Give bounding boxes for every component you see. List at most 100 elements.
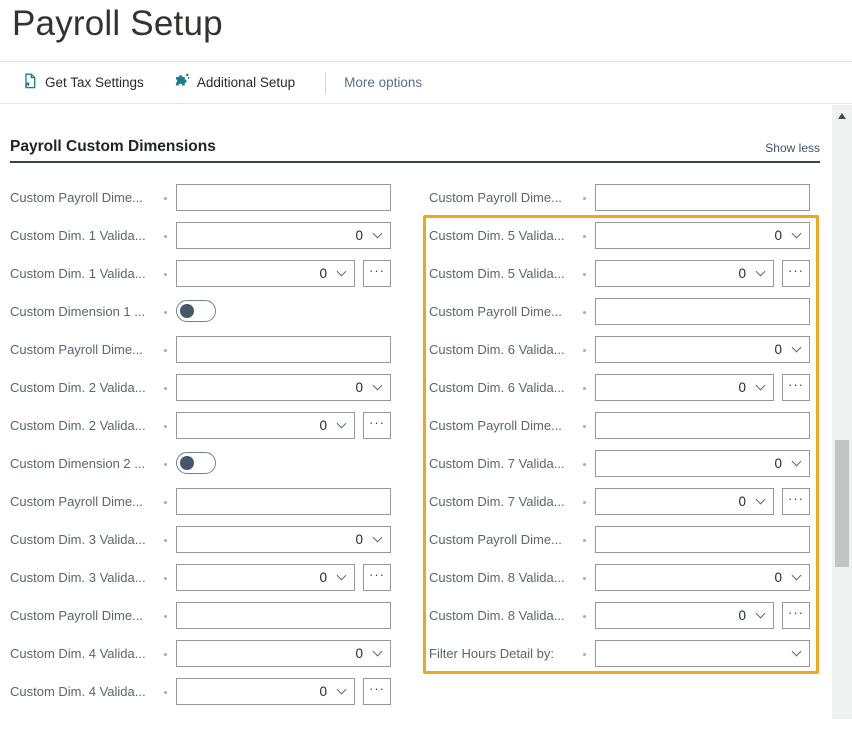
form-field-row: Custom Dim. 7 Valida... 0 ···: [429, 482, 813, 520]
field-control: [176, 300, 391, 322]
form-field-row: Custom Dimension 2 ...: [10, 444, 394, 482]
field-control: 0: [176, 526, 391, 553]
puzzle-icon: [174, 73, 190, 92]
form-field-row: Custom Dim. 4 Valida...0···: [10, 672, 394, 710]
field-control: 0 ···: [176, 564, 391, 591]
form-column-right: Custom Payroll Dime... Custom Dim. 5 Vali…: [429, 178, 813, 710]
field-control: [595, 640, 810, 667]
toolbar-separator: [325, 72, 326, 94]
assist-edit-button[interactable]: ···: [782, 488, 810, 515]
field-dropdown[interactable]: 0: [176, 412, 355, 439]
dropdown-value: 0: [355, 532, 363, 547]
form-field-row: Custom Payroll Dime...: [10, 482, 394, 520]
field-label: Custom Dim. 3 Valida...: [10, 532, 158, 547]
assist-edit-button[interactable]: ···: [363, 412, 391, 439]
field-dropdown[interactable]: 0: [176, 678, 355, 705]
field-text-input[interactable]: [595, 184, 810, 211]
assist-edit-button[interactable]: ···: [782, 260, 810, 287]
field-text-input[interactable]: [176, 602, 391, 629]
chevron-down-icon: [337, 570, 347, 580]
field-control: 0: [176, 640, 391, 667]
field-label: Custom Dimension 1 ...: [10, 304, 158, 319]
field-dropdown[interactable]: 0: [595, 450, 810, 477]
form-field-row: Custom Dim. 2 Valida...0: [10, 368, 394, 406]
page-content: Payroll Custom Dimensions Show less Cust…: [0, 138, 852, 752]
form-field-row: Filter Hours Detail by:: [429, 634, 813, 672]
field-label: Custom Payroll Dime...: [429, 532, 577, 547]
assist-edit-button[interactable]: ···: [363, 564, 391, 591]
caption-separator-dot: [164, 197, 167, 200]
form-field-row: Custom Payroll Dime...: [429, 292, 813, 330]
field-toggle[interactable]: [176, 300, 216, 322]
field-toggle[interactable]: [176, 452, 216, 474]
field-label: Custom Payroll Dime...: [10, 608, 158, 623]
scroll-up-button[interactable]: [832, 109, 852, 123]
dropdown-value: 0: [738, 380, 746, 395]
chevron-down-icon: [373, 532, 383, 542]
field-dropdown[interactable]: 0: [595, 260, 774, 287]
form-field-row: Custom Dim. 1 Valida...0···: [10, 254, 394, 292]
dropdown-value: 0: [319, 266, 327, 281]
assist-edit-button[interactable]: ···: [782, 374, 810, 401]
field-dropdown[interactable]: 0: [595, 222, 810, 249]
caption-separator-dot: [583, 615, 586, 618]
caption-separator-dot: [583, 577, 586, 580]
chevron-down-icon: [756, 608, 766, 618]
field-label: Custom Dim. 7 Valida...: [429, 494, 577, 509]
get-tax-settings-button[interactable]: Get Tax Settings: [22, 73, 144, 92]
show-less-link[interactable]: Show less: [765, 141, 820, 156]
field-dropdown[interactable]: 0: [176, 260, 355, 287]
field-dropdown[interactable]: 0: [595, 488, 774, 515]
field-dropdown[interactable]: 0: [176, 526, 391, 553]
additional-setup-button[interactable]: Additional Setup: [174, 73, 295, 92]
field-label: Custom Dim. 1 Valida...: [10, 228, 158, 243]
assist-edit-button[interactable]: ···: [363, 260, 391, 287]
scrollbar-thumb[interactable]: [835, 440, 849, 567]
field-dropdown[interactable]: 0: [595, 336, 810, 363]
field-text-input[interactable]: [595, 298, 810, 325]
section-header: Payroll Custom Dimensions Show less: [10, 138, 820, 163]
field-control: 0: [595, 564, 810, 591]
field-dropdown[interactable]: 0: [595, 564, 810, 591]
more-options-button[interactable]: More options: [344, 75, 422, 90]
caption-separator-dot: [583, 273, 586, 276]
field-text-input[interactable]: [595, 526, 810, 553]
field-label: Custom Dim. 8 Valida...: [429, 570, 577, 585]
section-title: Payroll Custom Dimensions: [10, 138, 216, 156]
assist-edit-button[interactable]: ···: [363, 678, 391, 705]
dropdown-value: 0: [738, 608, 746, 623]
field-control: [176, 184, 391, 211]
caption-separator-dot: [583, 463, 586, 466]
field-dropdown[interactable]: 0: [176, 374, 391, 401]
field-label: Custom Dim. 7 Valida...: [429, 456, 577, 471]
caption-separator-dot: [583, 311, 586, 314]
field-text-input[interactable]: [176, 488, 391, 515]
vertical-scrollbar[interactable]: [832, 105, 852, 719]
caption-separator-dot: [164, 273, 167, 276]
caption-separator-dot: [164, 349, 167, 352]
field-label: Filter Hours Detail by:: [429, 646, 577, 661]
field-dropdown[interactable]: [595, 640, 810, 667]
dropdown-value: 0: [774, 342, 782, 357]
toggle-knob-icon: [180, 456, 194, 470]
form-field-row: Custom Payroll Dime...: [429, 520, 813, 558]
form-field-row: Custom Dim. 5 Valida...0: [429, 216, 813, 254]
field-dropdown[interactable]: 0: [176, 564, 355, 591]
dropdown-value: 0: [355, 646, 363, 661]
chevron-down-icon: [756, 380, 766, 390]
form-field-row: Custom Dim. 3 Valida... 0: [10, 520, 394, 558]
assist-edit-button[interactable]: ···: [782, 602, 810, 629]
caption-separator-dot: [164, 235, 167, 238]
caption-separator-dot: [583, 387, 586, 390]
field-text-input[interactable]: [176, 184, 391, 211]
field-dropdown[interactable]: 0: [176, 222, 391, 249]
document-arrow-icon: [22, 73, 38, 92]
field-control: 0 ···: [176, 678, 391, 705]
form-field-row: Custom Dimension 1 ...: [10, 292, 394, 330]
field-text-input[interactable]: [176, 336, 391, 363]
chevron-down-icon: [792, 342, 802, 352]
field-dropdown[interactable]: 0: [176, 640, 391, 667]
field-dropdown[interactable]: 0: [595, 374, 774, 401]
field-dropdown[interactable]: 0: [595, 602, 774, 629]
field-text-input[interactable]: [595, 412, 810, 439]
